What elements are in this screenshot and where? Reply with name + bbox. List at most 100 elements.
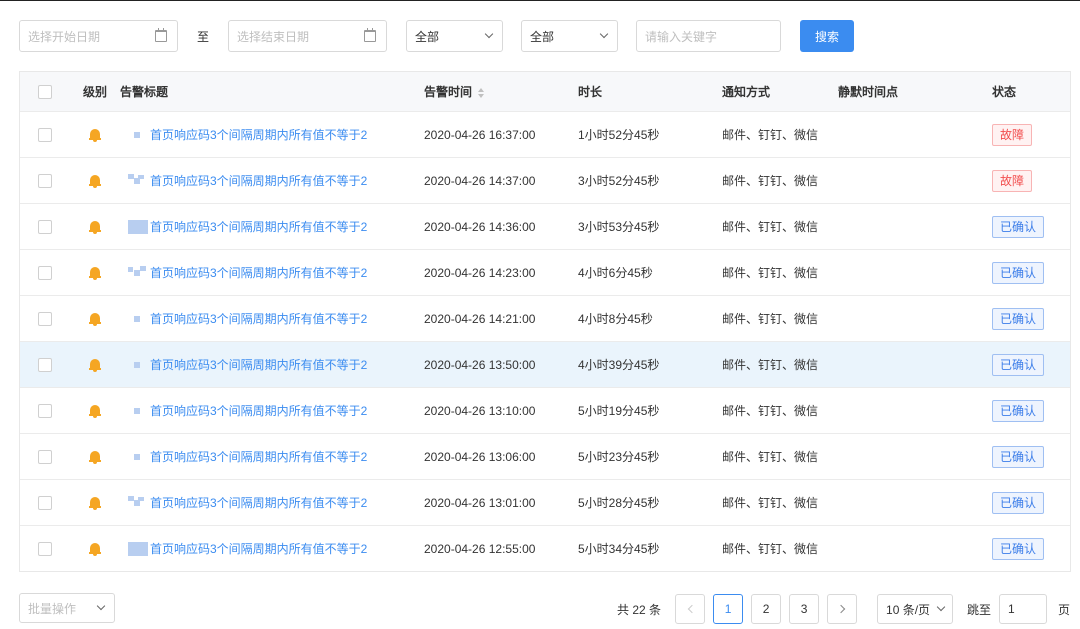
page-size-select[interactable]: 10 条/页: [877, 594, 954, 624]
jump-page-input[interactable]: 1: [999, 594, 1048, 624]
alert-duration: 4小时6分45秒: [578, 266, 653, 280]
calendar-icon: [364, 28, 376, 42]
table-row[interactable]: 首页响应码3个间隔周期内所有值不等于2 2020-04-26 13:01:00 5小…: [20, 479, 1070, 525]
alert-notify: 邮件、钉钉、微信: [722, 266, 819, 280]
table-row[interactable]: 首页响应码3个间隔周期内所有值不等于2 2020-04-26 13:50:00 4小…: [20, 341, 1070, 387]
alert-duration: 5小时23分45秒: [578, 450, 660, 464]
alert-title-link[interactable]: 首页响应码3个间隔周期内所有值不等于2: [150, 448, 367, 465]
header-notify: 通知方式: [722, 85, 771, 99]
alert-title-link[interactable]: 首页响应码3个间隔周期内所有值不等于2: [150, 218, 367, 235]
chevron-right-icon: [836, 604, 845, 614]
bell-icon: [89, 542, 101, 556]
header-silent: 静默时间点: [838, 85, 899, 99]
status-select[interactable]: 全部: [521, 20, 618, 52]
thumbnail-icon: [128, 541, 148, 556]
alert-notify: 邮件、钉钉、微信: [722, 128, 819, 142]
alert-title-link[interactable]: 首页响应码3个间隔周期内所有值不等于2: [150, 264, 367, 281]
alert-time: 2020-04-26 13:50:00: [424, 357, 536, 372]
bell-icon: [89, 404, 101, 418]
alert-title-link[interactable]: 首页响应码3个间隔周期内所有值不等于2: [150, 402, 367, 419]
bell-icon: [89, 220, 101, 234]
table-row[interactable]: 首页响应码3个间隔周期内所有值不等于2 2020-04-26 14:37:00 3小…: [20, 157, 1070, 203]
header-time[interactable]: 告警时间: [424, 83, 578, 100]
thumbnail-icon: [128, 312, 148, 326]
pagination: 共 22 条 123 10 条/页 跳至 1 页: [617, 593, 1070, 625]
chevron-down-icon: [96, 601, 106, 611]
level-select-value: 全部: [415, 29, 440, 44]
start-date-input[interactable]: 选择开始日期: [19, 20, 178, 52]
row-checkbox[interactable]: [38, 173, 52, 188]
alert-time: 2020-04-26 14:37:00: [424, 173, 536, 188]
table-row[interactable]: 首页响应码3个间隔周期内所有值不等于2 2020-04-26 12:55:00 5小…: [20, 525, 1070, 571]
alert-duration: 3小时53分45秒: [578, 220, 660, 234]
alert-duration: 5小时34分45秒: [578, 542, 660, 556]
bell-icon: [89, 266, 101, 280]
alert-notify: 邮件、钉钉、微信: [722, 358, 819, 372]
row-checkbox[interactable]: [38, 541, 52, 556]
keyword-input[interactable]: 请输入关键字: [636, 20, 781, 52]
status-badge: 已确认: [992, 537, 1045, 560]
table-row[interactable]: 首页响应码3个间隔周期内所有值不等于2 2020-04-26 16:37:00 1小…: [20, 111, 1070, 157]
alert-title-link[interactable]: 首页响应码3个间隔周期内所有值不等于2: [150, 540, 367, 557]
alert-time: 2020-04-26 13:06:00: [424, 449, 536, 464]
table-row[interactable]: 首页响应码3个间隔周期内所有值不等于2 2020-04-26 14:36:00 3小…: [20, 203, 1070, 249]
thumbnail-icon: [128, 404, 148, 418]
row-checkbox[interactable]: [38, 127, 52, 142]
page-unit: 页: [1058, 602, 1071, 617]
thumbnail-icon: [128, 265, 148, 280]
alert-duration: 3小时52分45秒: [578, 174, 660, 188]
page-size-value: 10 条/页: [886, 602, 931, 617]
next-page-button[interactable]: [827, 594, 858, 624]
row-checkbox[interactable]: [38, 449, 52, 464]
top-border: [0, 0, 1080, 1]
alert-duration: 4小时8分45秒: [578, 312, 653, 326]
row-checkbox[interactable]: [38, 265, 52, 280]
thumbnail-icon: [128, 495, 148, 510]
table-row[interactable]: 首页响应码3个间隔周期内所有值不等于2 2020-04-26 13:10:00 5小…: [20, 387, 1070, 433]
alert-table: 级别 告警标题 告警时间 时长 通知方式 静默时间点 状态 首页响应码3个间隔周…: [19, 71, 1071, 572]
table-row[interactable]: 首页响应码3个间隔周期内所有值不等于2 2020-04-26 14:21:00 4小…: [20, 295, 1070, 341]
chevron-down-icon: [484, 29, 494, 39]
select-all-checkbox[interactable]: [38, 84, 52, 99]
bell-icon: [89, 450, 101, 464]
jump-label: 跳至: [967, 602, 992, 617]
table-row[interactable]: 首页响应码3个间隔周期内所有值不等于2 2020-04-26 14:23:00 4小…: [20, 249, 1070, 295]
row-checkbox[interactable]: [38, 357, 52, 372]
end-date-input[interactable]: 选择结束日期: [228, 20, 387, 52]
row-checkbox[interactable]: [38, 495, 52, 510]
bell-icon: [89, 128, 101, 142]
calendar-icon: [155, 28, 167, 42]
alert-title-link[interactable]: 首页响应码3个间隔周期内所有值不等于2: [150, 310, 367, 327]
alert-notify: 邮件、钉钉、微信: [722, 220, 819, 234]
table-row[interactable]: 首页响应码3个间隔周期内所有值不等于2 2020-04-26 13:06:00 5小…: [20, 433, 1070, 479]
alert-notify: 邮件、钉钉、微信: [722, 312, 819, 326]
alert-time: 2020-04-26 14:36:00: [424, 219, 536, 234]
alert-title-link[interactable]: 首页响应码3个间隔周期内所有值不等于2: [150, 126, 367, 143]
prev-page-button[interactable]: [675, 594, 706, 624]
batch-action-select[interactable]: 批量操作: [19, 593, 115, 623]
level-select[interactable]: 全部: [406, 20, 503, 52]
bell-icon: [89, 496, 101, 510]
sort-icon[interactable]: [478, 87, 485, 98]
page-button-3[interactable]: 3: [789, 594, 820, 624]
row-checkbox[interactable]: [38, 311, 52, 326]
start-date-placeholder: 选择开始日期: [28, 29, 101, 44]
page-button-1[interactable]: 1: [713, 594, 744, 624]
header-time-label: 告警时间: [424, 85, 473, 99]
status-badge: 已确认: [992, 445, 1045, 468]
alert-notify: 邮件、钉钉、微信: [722, 542, 819, 556]
row-checkbox[interactable]: [38, 403, 52, 418]
alert-title-link[interactable]: 首页响应码3个间隔周期内所有值不等于2: [150, 494, 367, 511]
status-badge: 已确认: [992, 353, 1045, 376]
page-button-2[interactable]: 2: [751, 594, 782, 624]
row-checkbox[interactable]: [38, 219, 52, 234]
table-header: 级别 告警标题 告警时间 时长 通知方式 静默时间点 状态: [20, 72, 1070, 111]
status-badge: 故障: [992, 169, 1033, 192]
search-button[interactable]: 搜索: [800, 20, 854, 52]
alert-time: 2020-04-26 16:37:00: [424, 127, 536, 142]
alert-time: 2020-04-26 13:10:00: [424, 403, 536, 418]
alert-title-link[interactable]: 首页响应码3个间隔周期内所有值不等于2: [150, 172, 367, 189]
alert-duration: 4小时39分45秒: [578, 358, 660, 372]
alert-title-link[interactable]: 首页响应码3个间隔周期内所有值不等于2: [150, 356, 367, 373]
thumbnail-icon: [128, 128, 148, 142]
